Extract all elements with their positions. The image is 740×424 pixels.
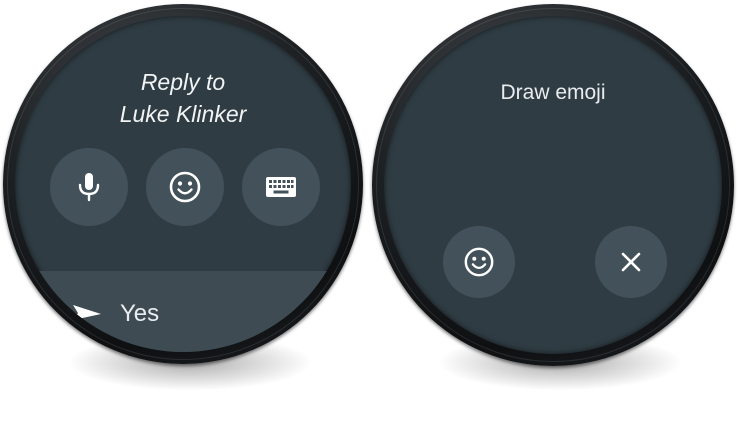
suggested-reply-yes[interactable]: Yes [15, 271, 351, 352]
draw-emoji-title: Draw emoji [500, 81, 606, 104]
emoji-icon [169, 171, 201, 203]
watch-showcase: Reply to Luke Klinker Yes Draw emoji [0, 0, 740, 424]
reply-title-line1: Reply to [140, 69, 226, 95]
emoji-picker-button[interactable] [443, 226, 515, 298]
close-icon [621, 252, 641, 272]
close-button[interactable] [595, 226, 667, 298]
reply-title: Reply to Luke Klinker [15, 66, 351, 130]
voice-reply-button[interactable] [50, 148, 128, 226]
emoji-reply-button[interactable] [146, 148, 224, 226]
left-watch-screen: Reply to Luke Klinker Yes [15, 16, 351, 352]
right-watch-screen: Draw emoji [384, 16, 722, 354]
keyboard-icon [266, 177, 296, 197]
emoji-icon [464, 247, 494, 277]
microphone-icon [78, 173, 100, 202]
reply-title-line2: Luke Klinker [119, 101, 247, 127]
suggested-reply-label: Yes [120, 300, 160, 327]
keyboard-reply-button[interactable] [242, 148, 320, 226]
send-icon [73, 305, 101, 320]
